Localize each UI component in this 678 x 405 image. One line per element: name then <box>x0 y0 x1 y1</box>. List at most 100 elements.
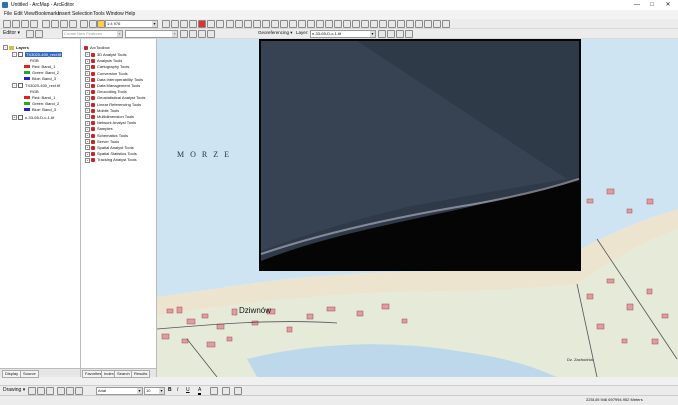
expand-icon[interactable]: + <box>85 102 90 108</box>
time-slider-icon[interactable] <box>370 20 378 28</box>
text-icon[interactable] <box>66 387 74 395</box>
rotate-georef-icon[interactable] <box>378 30 386 38</box>
rotate-element-icon[interactable] <box>37 387 45 395</box>
marker-color-icon[interactable] <box>234 387 242 395</box>
rotate-icon[interactable] <box>189 30 197 38</box>
fill-color-icon[interactable] <box>210 387 218 395</box>
expand-icon[interactable]: + <box>85 133 90 139</box>
model-builder-icon[interactable] <box>216 20 224 28</box>
shift-icon[interactable] <box>387 30 395 38</box>
python-icon[interactable] <box>207 20 215 28</box>
underline-button[interactable]: U <box>186 387 190 393</box>
sketch-properties-icon[interactable] <box>207 30 215 38</box>
print-icon[interactable] <box>30 20 38 28</box>
expand-icon[interactable]: + <box>85 64 90 70</box>
zoom-whole-page-icon[interactable] <box>46 387 54 395</box>
magnifier-icon[interactable] <box>397 20 405 28</box>
sketch-tool-icon[interactable] <box>35 30 43 38</box>
toolbox-item[interactable]: + Multidimension Tools <box>85 114 134 120</box>
collapse-icon[interactable]: − <box>12 83 17 89</box>
toolbox-item[interactable]: + Linear Referencing Tools <box>85 102 141 108</box>
callout-icon[interactable] <box>75 387 83 395</box>
toolbox-item[interactable]: + Spatial Statistics Tools <box>85 151 137 157</box>
arctoolbox-root[interactable]: ArcToolbox <box>84 45 110 51</box>
font-combo[interactable]: Arial ▾ <box>96 387 143 395</box>
expand-icon[interactable]: + <box>85 145 90 151</box>
identify-icon[interactable] <box>325 20 333 28</box>
scale-combo[interactable]: 1:4 976 ▾ <box>105 20 158 28</box>
add-data-icon[interactable] <box>97 20 105 28</box>
expand-icon[interactable]: + <box>85 120 90 126</box>
full-extent-icon[interactable] <box>253 20 261 28</box>
html-popup-icon[interactable] <box>361 20 369 28</box>
expand-icon[interactable]: + <box>85 52 90 58</box>
create-features-combo[interactable]: Create New Features ▾ <box>62 30 123 38</box>
search-window-icon[interactable] <box>189 20 197 28</box>
open-icon[interactable] <box>12 20 20 28</box>
expand-icon[interactable]: + <box>12 115 17 121</box>
expand-icon[interactable]: + <box>85 95 90 101</box>
viewer-icon[interactable] <box>379 20 387 28</box>
italic-button[interactable]: I <box>177 387 178 393</box>
catalog-icon[interactable] <box>180 20 188 28</box>
toolbox-item[interactable]: + Tracking Analyst Tools <box>85 157 137 163</box>
font-color-button[interactable]: A <box>198 387 202 395</box>
effects-icon[interactable] <box>424 20 432 28</box>
collapse-icon[interactable]: − <box>3 45 8 51</box>
swipe-icon[interactable] <box>415 20 423 28</box>
toolbox-item[interactable]: + Analysis Tools <box>85 58 122 64</box>
georef-layer-combo[interactable]: n-33-65-D-c-1.tif ▾ <box>310 30 376 38</box>
layers-root[interactable]: − Layers <box>3 45 29 51</box>
toolbox-item[interactable]: + Mobile Tools <box>85 108 119 114</box>
layer-visibility-checkbox[interactable] <box>18 52 23 58</box>
expand-icon[interactable]: + <box>85 71 90 77</box>
go-to-xy-icon[interactable] <box>388 20 396 28</box>
toolbox-item[interactable]: + Geocoding Tools <box>85 89 127 95</box>
attributes-icon[interactable] <box>198 30 206 38</box>
clear-selection-icon[interactable] <box>307 20 315 28</box>
menu-edit[interactable]: Edit <box>14 11 23 17</box>
zoom-in-icon[interactable] <box>226 20 234 28</box>
expand-icon[interactable]: + <box>85 114 90 120</box>
view-link-table-icon[interactable] <box>405 30 413 38</box>
zoom-out-icon[interactable] <box>235 20 243 28</box>
arctoolbox-icon[interactable] <box>198 20 206 28</box>
toolbox-item[interactable]: +3D Analyst Tools <box>85 52 127 58</box>
menu-insert[interactable]: Insert <box>58 11 71 17</box>
select-elements-icon[interactable] <box>28 387 36 395</box>
bold-button[interactable]: B <box>168 387 172 393</box>
forward-extent-icon[interactable] <box>289 20 297 28</box>
menu-tools[interactable]: Tools <box>93 11 105 17</box>
tab-source[interactable]: Source <box>20 370 39 378</box>
font-size-combo[interactable]: 10 ▾ <box>144 387 165 395</box>
maximize-button[interactable]: □ <box>646 1 658 9</box>
line-color-icon[interactable] <box>222 387 230 395</box>
flicker-icon[interactable] <box>433 20 441 28</box>
split-icon[interactable] <box>180 30 188 38</box>
minimize-button[interactable]: — <box>631 1 643 9</box>
toc-icon[interactable] <box>171 20 179 28</box>
rectangle-icon[interactable] <box>57 387 65 395</box>
copy-icon[interactable] <box>51 20 59 28</box>
hyperlink-icon[interactable] <box>352 20 360 28</box>
menu-help[interactable]: Help <box>125 11 135 17</box>
expand-icon[interactable]: + <box>85 139 90 145</box>
new-icon[interactable] <box>3 20 11 28</box>
menu-file[interactable]: File <box>4 11 12 17</box>
map-view[interactable]: M O R Z E Dziwnów Dz. Zachodnia <box>157 39 678 377</box>
toolbox-item[interactable]: + Server Tools <box>85 139 119 145</box>
editor-menu-button[interactable]: Editor ▾ <box>3 30 20 36</box>
toolbox-item[interactable]: + Cartography Tools <box>85 64 129 70</box>
pan-icon[interactable] <box>244 20 252 28</box>
menu-bookmarks[interactable]: Bookmarks <box>35 11 60 17</box>
expand-icon[interactable]: + <box>85 77 90 83</box>
expand-icon[interactable]: + <box>85 157 90 163</box>
expand-icon[interactable]: + <box>85 151 90 157</box>
find-icon[interactable] <box>334 20 342 28</box>
menu-window[interactable]: Window <box>106 11 124 17</box>
menu-selection[interactable]: Selection <box>72 11 93 17</box>
toolbox-item[interactable]: + Spatial Analyst Tools <box>85 145 134 151</box>
layout-view-icon[interactable] <box>442 20 450 28</box>
save-icon[interactable] <box>21 20 29 28</box>
select-features-icon[interactable] <box>298 20 306 28</box>
